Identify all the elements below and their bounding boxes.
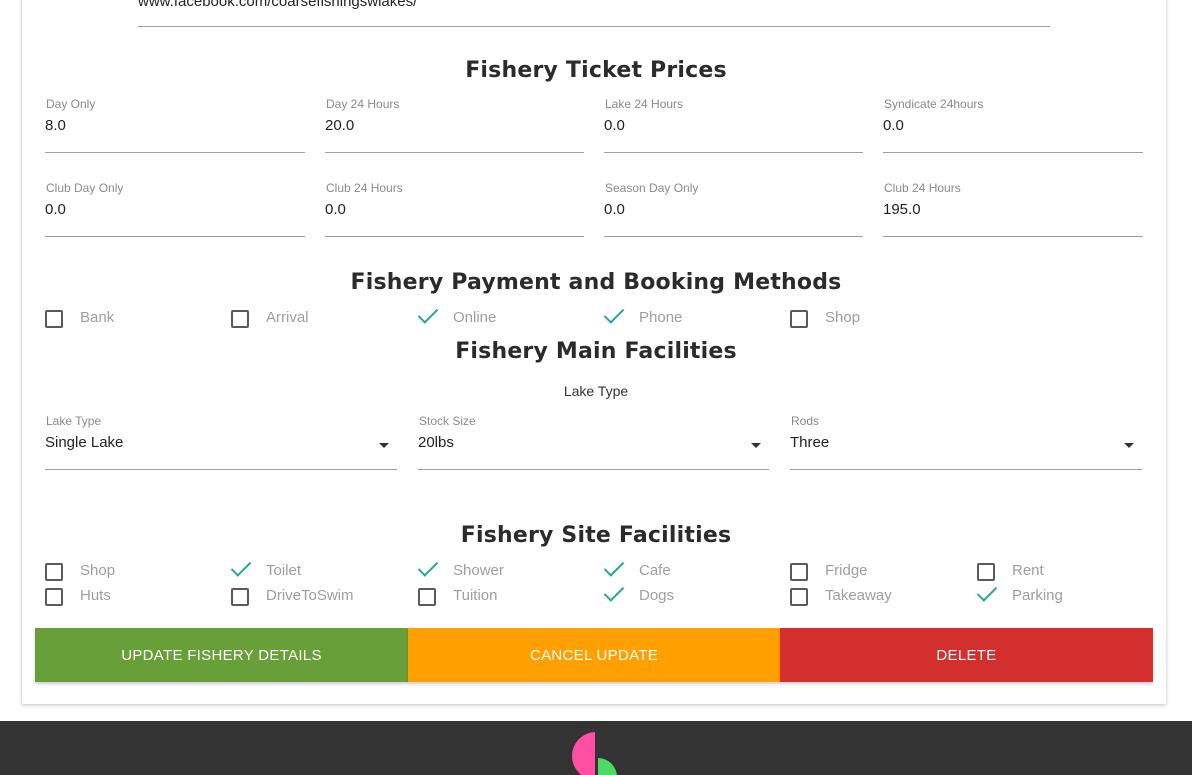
field-label: Day Only (46, 97, 96, 111)
field-label: Syndicate 24hours (884, 97, 984, 111)
checkbox-label: Phone (639, 309, 683, 326)
checkbox-label: Tuition (453, 587, 498, 604)
lake-24-hours-field[interactable]: Lake 24 Hours 0.0 (604, 97, 863, 153)
club-24-hours-field-2[interactable]: Club 24 Hours 195.0 (883, 181, 1143, 237)
page-footer (0, 721, 1192, 775)
field-label: Lake Type (46, 414, 102, 428)
stock-size-select[interactable]: Stock Size 20lbs (418, 414, 769, 470)
field-value: 0.0 (883, 117, 904, 134)
checkbox-label: Fridge (825, 562, 868, 579)
field-label: Club 24 Hours (326, 181, 403, 195)
main-facilities-title: Fishery Main Facilities (455, 339, 737, 364)
checkbox-icon (418, 588, 436, 606)
checkbox-label: Rent (1012, 562, 1044, 579)
field-value: 195.0 (883, 201, 921, 218)
checkbox-label: Shower (453, 562, 504, 579)
checkbox-icon (45, 563, 63, 581)
dropdown-arrow-icon (1124, 443, 1134, 448)
checkbox-label: Parking (1012, 587, 1063, 604)
checkbox-icon (45, 588, 63, 606)
club-24-hours-field[interactable]: Club 24 Hours 0.0 (325, 181, 584, 237)
delete-button[interactable]: DELETE (780, 628, 1153, 682)
facebook-url-field[interactable]: www.facebook.com/coarsefishingswlakes/ (138, 0, 1050, 27)
main-facilities-subtitle: Lake Type (563, 383, 629, 399)
cancel-update-button[interactable]: CANCEL UPDATE (408, 628, 780, 682)
season-day-only-field[interactable]: Season Day Only 0.0 (604, 181, 863, 237)
field-value: 20lbs (418, 434, 454, 451)
field-value: 20.0 (325, 117, 355, 134)
checkbox-label: Dogs (639, 587, 675, 604)
field-value: 8.0 (45, 117, 66, 134)
checkbox-icon (45, 310, 63, 328)
facebook-url-value: www.facebook.com/coarsefishingswlakes/ (138, 0, 418, 10)
ticket-prices-title: Fishery Ticket Prices (465, 58, 727, 83)
field-label: Stock Size (419, 414, 476, 428)
day-only-field[interactable]: Day Only 8.0 (45, 97, 305, 153)
syndicate-24hours-field[interactable]: Syndicate 24hours 0.0 (883, 97, 1143, 153)
checkbox-label: Toilet (266, 562, 302, 579)
field-value: 0.0 (604, 117, 625, 134)
checkbox-label: Arrival (266, 309, 309, 326)
field-value: 0.0 (604, 201, 625, 218)
checkbox-icon (231, 588, 249, 606)
dropdown-arrow-icon (751, 443, 761, 448)
site-logo-icon (572, 732, 617, 775)
day-24-hours-field[interactable]: Day 24 Hours 20.0 (325, 97, 584, 153)
checkbox-label: DriveToSwim (266, 587, 354, 604)
checkbox-label: Online (453, 309, 497, 326)
checkbox-label: Takeaway (825, 587, 892, 604)
field-label: Day 24 Hours (326, 97, 400, 111)
field-label: Lake 24 Hours (605, 97, 684, 111)
checkbox-icon (790, 563, 808, 581)
checkbox-icon (977, 563, 995, 581)
field-value: 0.0 (325, 201, 346, 218)
site-facilities-title: Fishery Site Facilities (460, 523, 732, 548)
field-label: Club Day Only (46, 181, 124, 195)
payment-methods-title: Fishery Payment and Booking Methods (350, 270, 842, 295)
checkbox-label: Shop (825, 309, 861, 326)
checkbox-icon (231, 310, 249, 328)
checkbox-label: Cafe (639, 562, 671, 579)
field-value: Single Lake (45, 434, 124, 451)
club-day-only-field[interactable]: Club Day Only 0.0 (45, 181, 305, 237)
checkbox-icon (790, 310, 808, 328)
field-label: Club 24 Hours (884, 181, 961, 195)
field-value: Three (790, 434, 830, 451)
field-value: 0.0 (45, 201, 66, 218)
dropdown-arrow-icon (379, 443, 389, 448)
checkbox-label: Bank (80, 309, 115, 326)
update-fishery-button[interactable]: UPDATE FISHERY DETAILS (35, 628, 408, 682)
field-label: Season Day Only (605, 181, 699, 195)
checkbox-icon (790, 588, 808, 606)
checkbox-label: Huts (80, 587, 111, 604)
rods-select[interactable]: Rods Three (790, 414, 1142, 470)
checkbox-label: Shop (80, 562, 116, 579)
field-label: Rods (791, 414, 820, 428)
lake-type-select[interactable]: Lake Type Single Lake (45, 414, 397, 470)
